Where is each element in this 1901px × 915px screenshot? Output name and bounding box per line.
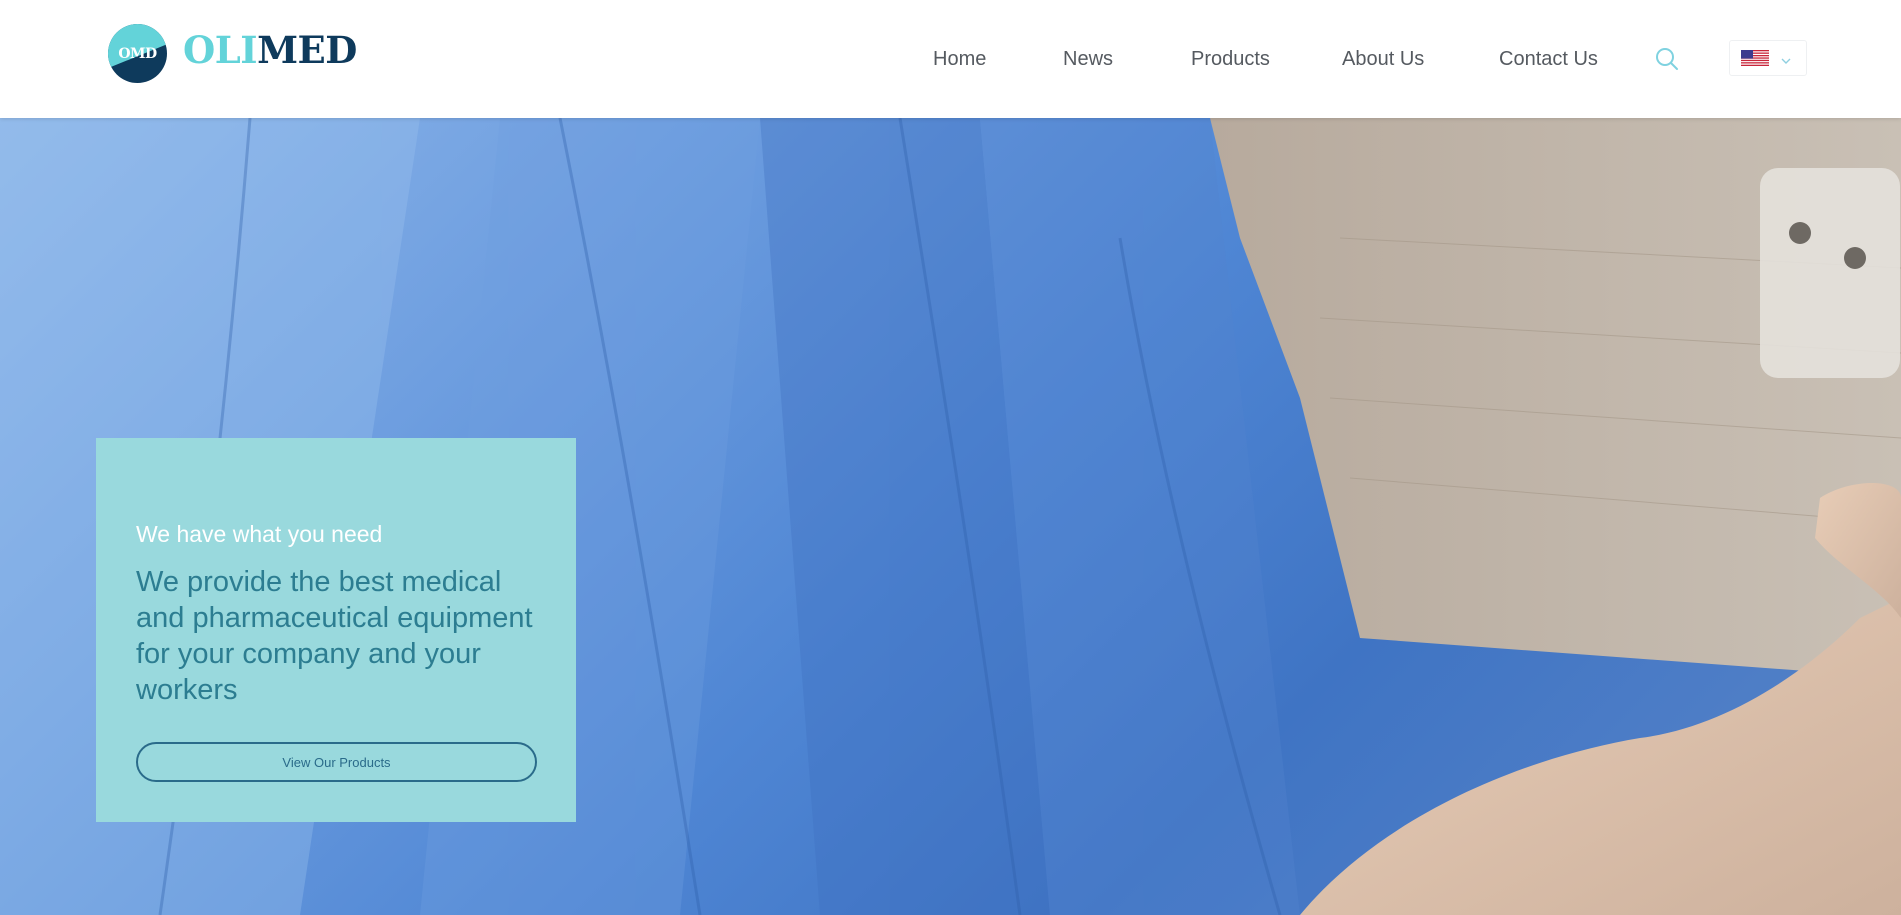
hero-photo: We have what you need We provide the bes… <box>0 118 1901 915</box>
hero-eyebrow: We have what you need <box>136 521 383 547</box>
site-header: OMD OLIMED Home News Products About Us C… <box>0 0 1901 118</box>
hero-headline: We provide the best medical and pharmace… <box>136 566 533 706</box>
logo-wordmark-part1: OLI <box>183 28 258 72</box>
logo-wordmark-part2: MED <box>257 28 357 72</box>
logo-badge-text: OMD <box>118 45 157 62</box>
language-selector[interactable] <box>1729 40 1807 76</box>
chevron-down-icon <box>1780 53 1792 64</box>
logo-wordmark[interactable]: OLIMED <box>183 24 357 76</box>
hero-card: We have what you need We provide the bes… <box>96 438 576 822</box>
nav-item-home[interactable]: Home <box>933 44 986 74</box>
nav-item-about-us[interactable]: About Us <box>1342 44 1424 74</box>
nav-item-contact-us[interactable]: Contact Us <box>1499 44 1598 74</box>
search-icon[interactable] <box>1654 46 1680 72</box>
us-flag-icon <box>1741 50 1769 66</box>
nav-item-news[interactable]: News <box>1063 44 1113 74</box>
view-products-button[interactable]: View Our Products <box>136 742 537 782</box>
logo-badge[interactable]: OMD <box>108 24 167 83</box>
nav-item-products[interactable]: Products <box>1191 44 1270 74</box>
